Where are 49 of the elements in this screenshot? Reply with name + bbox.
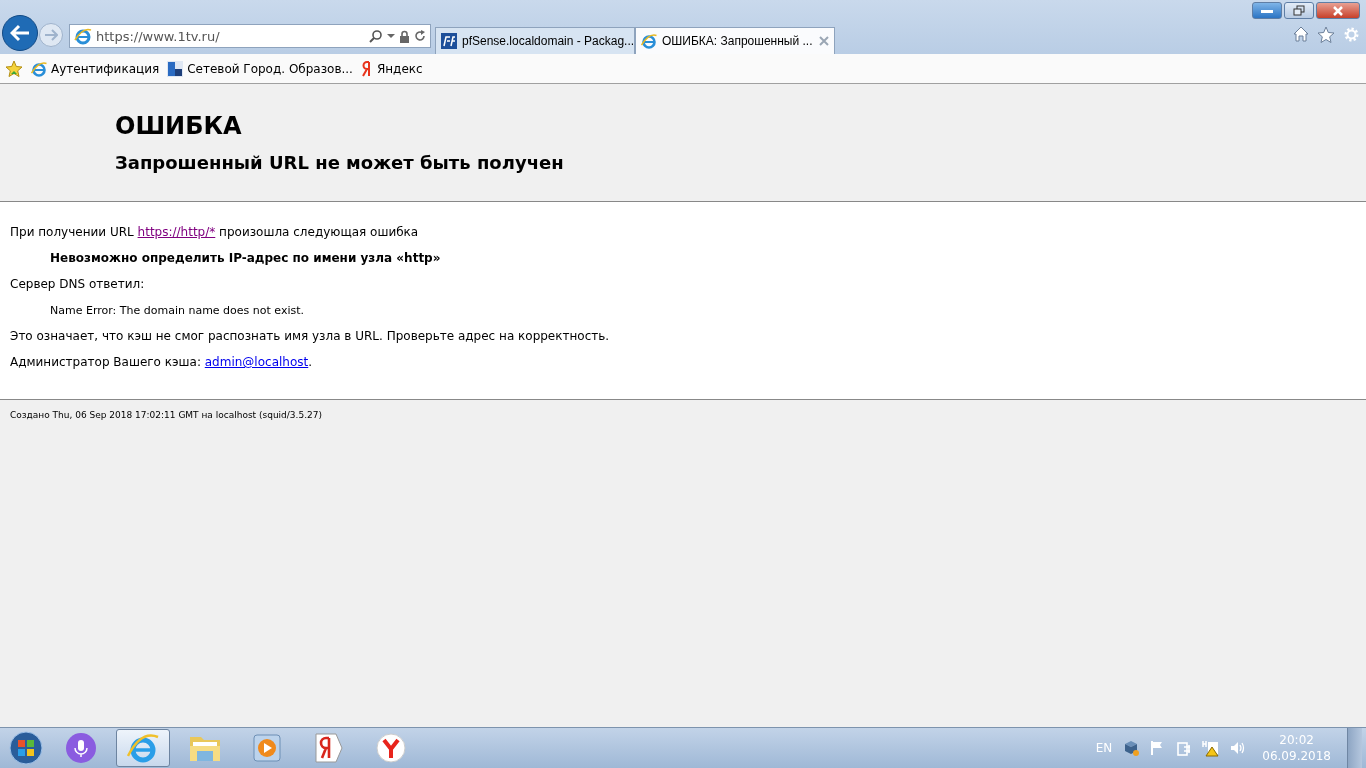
close-button[interactable] xyxy=(1316,2,1360,19)
windows-logo-icon xyxy=(9,731,43,765)
y-logo-icon xyxy=(376,733,406,763)
show-desktop-button[interactable] xyxy=(1347,728,1362,768)
start-button[interactable] xyxy=(6,729,46,767)
search-icon[interactable] xyxy=(369,29,383,43)
ya-letter-icon xyxy=(314,732,344,764)
lock-icon[interactable] xyxy=(399,29,410,43)
dns-label: Сервер DNS ответил: xyxy=(10,276,146,293)
url-link[interactable]: https://http/* xyxy=(137,225,216,239)
footer-text: Создано Thu, 06 Sep 2018 17:02:11 GMT на localhost (squid/3.5.27) xyxy=(10,410,322,420)
ie-icon xyxy=(641,33,657,49)
favorite-link[interactable]: Аутентификация xyxy=(31,60,160,77)
admin-sentence: Администратор Вашего кэша: admin@localhost. xyxy=(10,354,314,371)
close-icon xyxy=(1332,5,1344,16)
restore-icon xyxy=(1293,5,1305,16)
ya-letter-icon xyxy=(360,60,373,77)
back-button[interactable] xyxy=(2,15,38,51)
refresh-icon[interactable] xyxy=(414,30,426,42)
intro-sentence: При получении URL https://http/* произошла следующая ошибка xyxy=(10,224,420,241)
play-icon xyxy=(252,733,282,763)
dns-reply: Name Error: The domain name does not exist. xyxy=(49,303,305,319)
browser-tab[interactable]: ОШИБКА: Запрошенный ... xyxy=(635,27,835,54)
right-arrow-icon xyxy=(44,29,58,41)
favorites-star-icon[interactable] xyxy=(5,60,23,77)
favorite-link[interactable]: Яндекс xyxy=(360,60,423,77)
network-warning-icon[interactable] xyxy=(1202,739,1221,757)
browser-tab[interactable]: pfSense.localdomain - Packag... xyxy=(435,27,635,54)
left-arrow-icon xyxy=(10,24,30,42)
microphone-icon xyxy=(66,733,96,763)
taskbar-button[interactable] xyxy=(116,729,170,767)
cube-icon[interactable] xyxy=(1122,739,1141,757)
ie-icon xyxy=(127,732,159,764)
restore-button[interactable] xyxy=(1284,2,1314,19)
caret-icon[interactable] xyxy=(387,33,395,39)
pf-logo-icon xyxy=(441,33,457,49)
error-subheading: Запрошенный URL не может быть получен xyxy=(115,152,565,173)
address-bar[interactable]: https://www.1tv.ru/ xyxy=(69,24,431,48)
close-tab-icon[interactable] xyxy=(819,36,829,46)
window-icon xyxy=(167,60,184,77)
explanation-text: Это означает, что кэш не смог распознать имя узла в URL. Проверьте адрес на корректность. xyxy=(10,328,611,345)
ie-icon xyxy=(31,60,47,77)
star-icon[interactable] xyxy=(1317,25,1335,43)
error-message: Невозможно определить IP-адрес по имени узла «http» xyxy=(49,250,442,267)
ie-icon xyxy=(74,27,92,45)
error-heading: ОШИБКА xyxy=(115,112,243,140)
minimize-button[interactable] xyxy=(1252,2,1282,19)
home-icon[interactable] xyxy=(1293,25,1309,42)
favorite-link[interactable]: Сетевой Город. Образов... xyxy=(167,60,353,77)
